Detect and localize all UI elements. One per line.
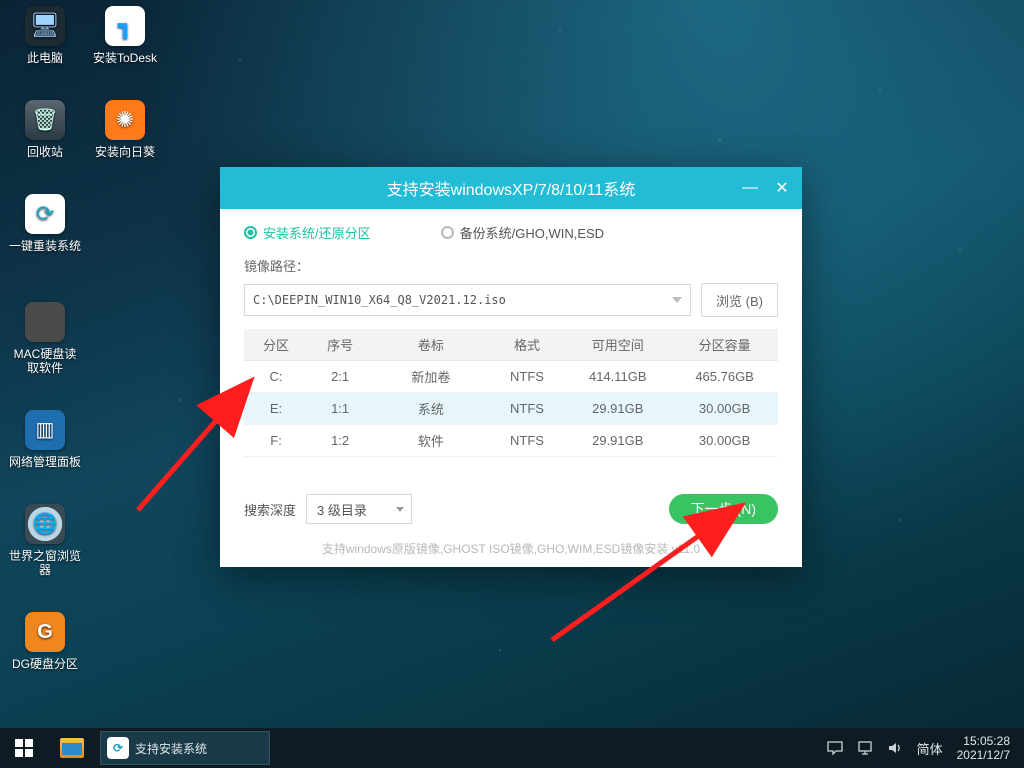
mode-backup-radio[interactable]: 备份系统/GHO,WIN,ESD — [441, 223, 604, 242]
path-label: 镜像路径： — [244, 256, 778, 275]
taskbar-explorer[interactable] — [48, 728, 96, 768]
taskbar-running-app[interactable]: ⟳ 支持安装系统 — [100, 731, 270, 765]
desktop-icon-net-panel[interactable]: ▥网络管理面板 — [8, 410, 82, 469]
search-depth-select[interactable]: 3 级目录 — [306, 494, 412, 524]
action-center-icon[interactable] — [827, 740, 843, 756]
desktop-icon-reinstall[interactable]: ⟳一键重装系统 — [8, 194, 82, 253]
mode-install-radio[interactable]: 安装系统/还原分区 — [244, 223, 371, 242]
network-icon[interactable] — [857, 740, 873, 756]
desktop-icon-mac-disk[interactable]: MAC硬盘读取软件 — [8, 302, 82, 375]
app-icon: ⟳ — [107, 737, 129, 759]
image-path-combo[interactable]: C:\DEEPIN_WIN10_X64_Q8_V2021.12.iso — [244, 284, 691, 316]
system-tray: 简体 15:05:28 2021/12/7 — [817, 734, 1024, 762]
desktop-icon-sunflower[interactable]: ✺安装向日葵 — [88, 100, 162, 159]
desktop: 🖥此电脑 🗑回收站 ⟳一键重装系统 MAC硬盘读取软件 ▥网络管理面板 🌐世界之… — [0, 0, 1024, 768]
radio-dot-icon — [441, 226, 454, 239]
start-button[interactable] — [0, 728, 48, 768]
desktop-icon-dg[interactable]: GDG硬盘分区 — [8, 612, 82, 671]
dialog-title: 支持安装windowsXP/7/8/10/11系统 — [387, 176, 636, 200]
table-row[interactable]: F:1:2软件NTFS29.91GB30.00GB — [244, 425, 778, 457]
desktop-icon-recycle-bin[interactable]: 🗑回收站 — [8, 100, 82, 159]
taskbar-clock[interactable]: 15:05:28 2021/12/7 — [957, 734, 1014, 762]
radio-dot-icon — [244, 226, 257, 239]
next-button[interactable]: 下一步 (N) — [669, 494, 778, 524]
chevron-down-icon — [672, 297, 682, 303]
dialog-titlebar[interactable]: 支持安装windowsXP/7/8/10/11系统 ― ✕ — [220, 167, 802, 209]
desktop-icon-this-pc[interactable]: 🖥此电脑 — [8, 6, 82, 65]
windows-icon — [15, 739, 33, 757]
partition-table: 分区 序号 卷标 格式 可用空间 分区容量 C:2:1新加卷NTFS414.11… — [244, 329, 778, 457]
browse-button[interactable]: 浏览 (B) — [701, 283, 778, 317]
ime-indicator[interactable]: 简体 — [917, 739, 943, 758]
taskbar: ⟳ 支持安装系统 简体 15:05:28 2021/12/7 — [0, 728, 1024, 768]
table-row[interactable]: C:2:1新加卷NTFS414.11GB465.76GB — [244, 361, 778, 393]
footnote: 支持windows原版镜像,GHOST ISO镜像,GHO,WIM,ESD镜像安… — [244, 540, 778, 557]
table-row[interactable]: E:1:1系统NTFS29.91GB30.00GB — [244, 393, 778, 425]
desktop-icon-todesk[interactable]: ┓安装ToDesk — [88, 6, 162, 65]
volume-icon[interactable] — [887, 740, 903, 756]
close-button[interactable]: ✕ — [768, 174, 796, 202]
desktop-icon-browser[interactable]: 🌐世界之窗浏览器 — [8, 504, 82, 577]
minimize-button[interactable]: ― — [736, 174, 764, 202]
install-dialog: 支持安装windowsXP/7/8/10/11系统 ― ✕ 安装系统/还原分区 … — [220, 167, 802, 567]
depth-label: 搜索深度 — [244, 500, 296, 519]
